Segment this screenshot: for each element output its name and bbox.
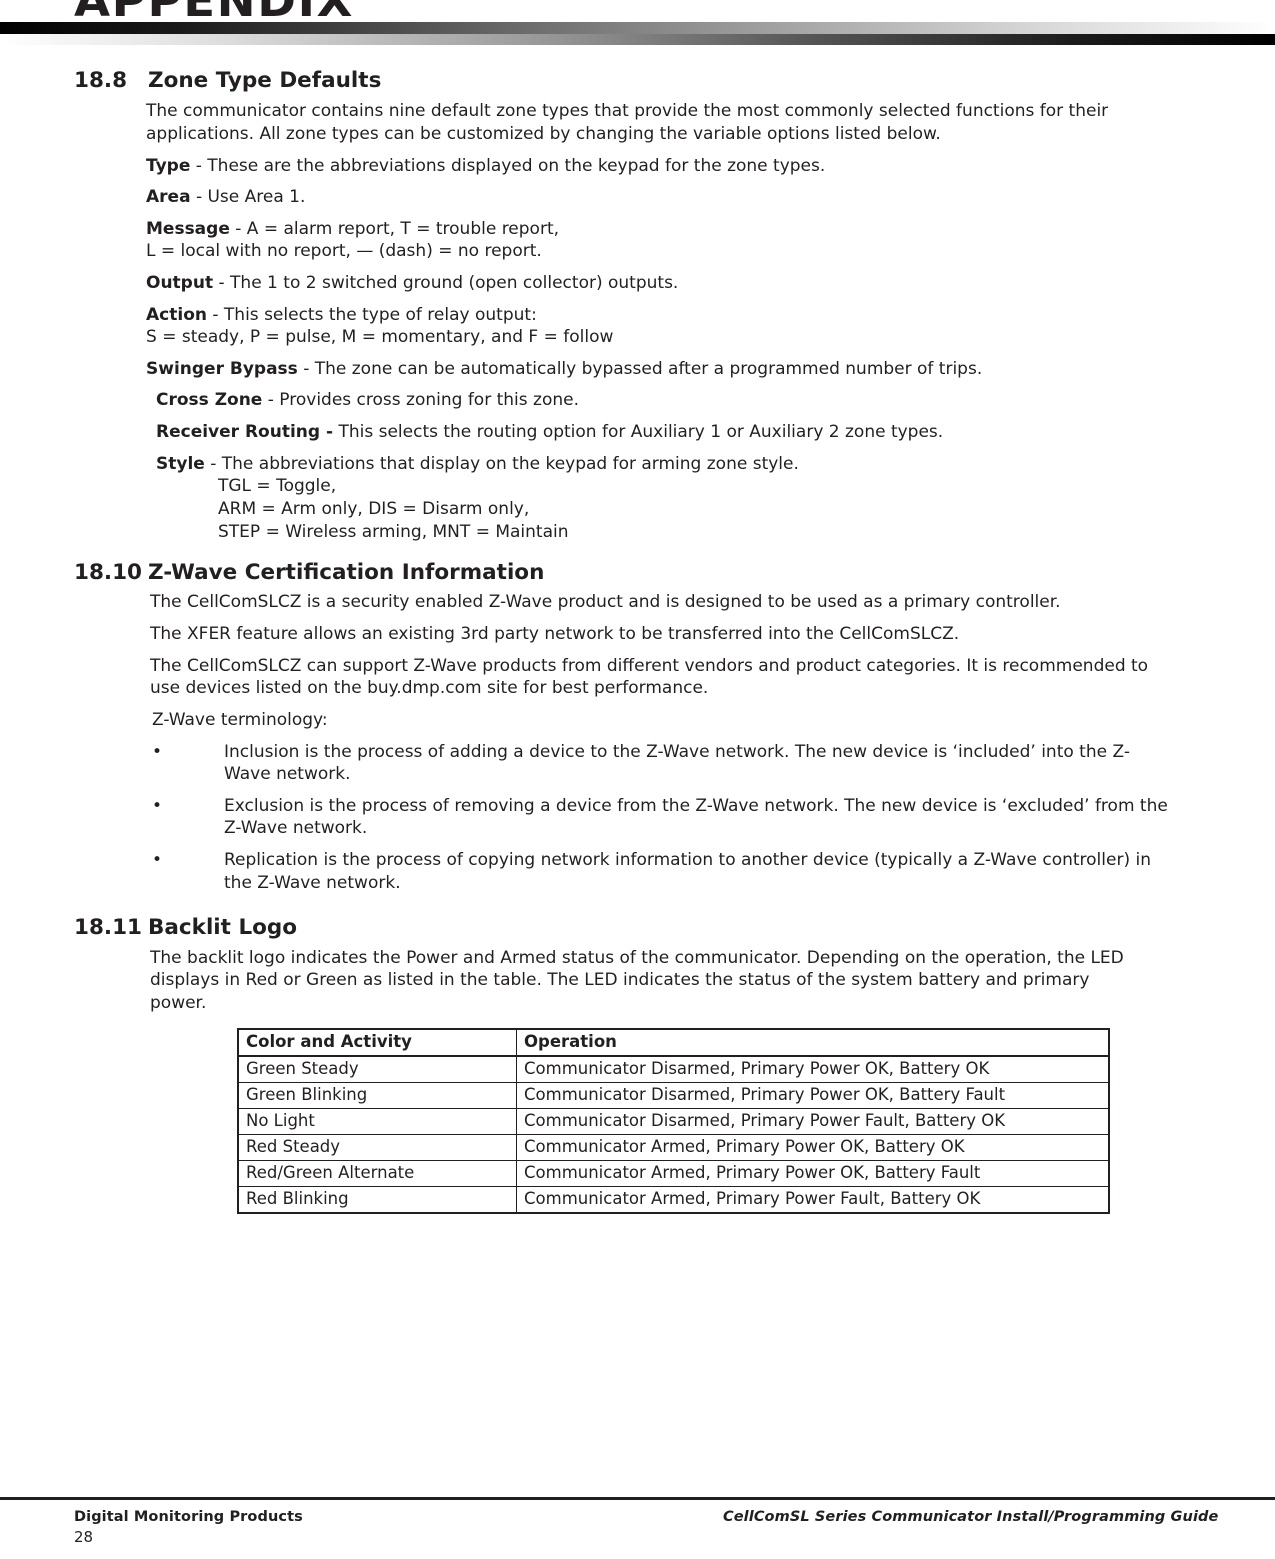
zone-style-line-tgl: TGL = Toggle, (218, 476, 337, 497)
section-zwave-certification: 18.10 Z-Wave Certiﬁcation Information Th… (0, 543, 1275, 894)
zone-param-area-term: Area (146, 187, 191, 208)
backlit-logo-intro-paragraph: The backlit logo indicates the Power and… (150, 947, 1124, 1013)
header-gradient-bar-bottom (0, 34, 1275, 45)
list-item: • Exclusion is the process of removing a… (0, 795, 1275, 840)
footer-page-number: 28 (74, 1528, 94, 1546)
section-number: 18.8 (74, 68, 128, 93)
zone-param-receiver-routing-text: This selects the routing option for Auxi… (333, 422, 944, 443)
cell-operation: Communicator Disarmed, Primary Power OK,… (516, 1082, 1110, 1110)
table-row: Red Steady Communicator Armed, Primary P… (237, 1134, 1110, 1162)
zone-param-action-text: - This selects the type of relay output: (206, 304, 537, 325)
cell-color-activity: Red Steady (237, 1134, 517, 1162)
zone-param-cross-zone-term: Cross Zone (156, 390, 263, 411)
section-title: Zone Type Defaults (148, 68, 382, 93)
table-row: Red Blinking Communicator Armed, Primary… (237, 1186, 1110, 1214)
cell-operation: Communicator Armed, Primary Power OK, Ba… (516, 1134, 1110, 1162)
appendix-title: APPENDIX (74, 0, 355, 27)
zone-style-line-arm: ARM = Arm only, DIS = Disarm only, (218, 498, 530, 519)
section-heading-zone-type-defaults: 18.8 Zone Type Defaults (0, 68, 1275, 93)
table-row: Green Steady Communicator Disarmed, Prim… (237, 1055, 1110, 1084)
zone-param-style-text: - The abbreviations that display on the … (204, 453, 799, 474)
zwave-terminology-bullet-list: • Inclusion is the process of adding a d… (0, 741, 1275, 895)
footer-company-name: Digital Monitoring Products (74, 1509, 303, 1525)
zwave-paragraph-1: The CellComSLCZ is a security enabled Z-… (150, 592, 1061, 613)
zone-param-type: Type - These are the abbreviations displ… (146, 155, 1148, 178)
table-header-row: Color and Activity Operation (237, 1028, 1110, 1058)
zone-param-swinger-bypass-term: Swinger Bypass (146, 358, 298, 379)
zone-param-message-line2: L = local with no report, — (dash) = no … (146, 241, 542, 262)
zone-param-action-term: Action (146, 304, 207, 325)
zone-param-style: Style - The abbreviations that display o… (156, 453, 1156, 476)
zone-param-type-term: Type (146, 155, 191, 176)
cell-operation: Communicator Disarmed, Primary Power OK,… (516, 1055, 1110, 1084)
table-row: Green Blinking Communicator Disarmed, Pr… (237, 1082, 1110, 1110)
header-gradient-bar-top (0, 22, 1275, 34)
table-row: Red/Green Alternate Communicator Armed, … (237, 1160, 1110, 1188)
zwave-paragraph-2: The XFER feature allows an existing 3rd … (150, 624, 960, 645)
zone-style-abbreviation-list: TGL = Toggle, ARM = Arm only, DIS = Disa… (218, 475, 1275, 543)
cell-color-activity: Red Blinking (237, 1186, 517, 1214)
zone-param-area-text: - Use Area 1. (190, 187, 306, 208)
list-item: • Inclusion is the process of adding a d… (0, 741, 1275, 786)
bullet-text-inclusion: Inclusion is the process of adding a dev… (224, 741, 1130, 785)
zone-param-cross-zone: Cross Zone - Provides cross zoning for t… (156, 389, 1156, 412)
section-title: Backlit Logo (148, 915, 298, 941)
zone-param-action-line2: S = steady, P = pulse, M = momentary, an… (146, 327, 614, 348)
zone-param-receiver-routing: Receiver Routing - This selects the rout… (156, 421, 1156, 444)
backlit-logo-status-table: Color and Activity Operation Green Stead… (237, 1028, 1110, 1215)
section-heading-backlit-logo: 18.11 Backlit Logo (0, 915, 1275, 940)
cell-operation: Communicator Armed, Primary Power OK, Ba… (516, 1160, 1110, 1188)
zone-param-style-term: Style (156, 453, 205, 474)
column-header-color-and-activity: Color and Activity (237, 1028, 517, 1058)
section-number: 18.10 (74, 560, 143, 586)
footer-divider (0, 1497, 1275, 1500)
zone-type-intro-paragraph: The communicator contains nine default z… (146, 101, 1109, 144)
bullet-text-exclusion: Exclusion is the process of removing a d… (224, 795, 1168, 839)
cell-operation: Communicator Armed, Primary Power Fault,… (516, 1186, 1110, 1214)
zone-param-receiver-routing-term: Receiver Routing - (156, 422, 334, 443)
footer-guide-title: CellComSL Series Communicator Install/Pr… (723, 1509, 1219, 1525)
zone-param-output-text: - The 1 to 2 switched ground (open colle… (213, 273, 679, 294)
page-header: APPENDIX (0, 0, 1275, 46)
zone-param-swinger-bypass-text: - The zone can be automatically bypassed… (297, 358, 983, 379)
list-item: • Replication is the process of copying … (0, 849, 1275, 894)
bullet-icon: • (152, 849, 163, 870)
zone-param-area: Area - Use Area 1. (146, 186, 1148, 209)
section-zone-type-defaults: 18.8 Zone Type Defaults The communicator… (0, 46, 1275, 543)
zone-param-message-text: - A = alarm report, T = trouble report, (229, 218, 560, 239)
zwave-paragraph-3: The CellComSLCZ can support Z-Wave produ… (150, 655, 1149, 699)
zone-param-message-term: Message (146, 218, 230, 239)
zone-param-action: Action - This selects the type of relay … (146, 304, 1148, 327)
zone-param-message: Message - A = alarm report, T = trouble … (146, 218, 1148, 241)
backlit-logo-table-wrapper: Color and Activity Operation Green Stead… (237, 1028, 1275, 1215)
zone-param-cross-zone-text: - Provides cross zoning for this zone. (262, 390, 579, 411)
section-heading-zwave-certification: 18.10 Z-Wave Certiﬁcation Information (0, 560, 1275, 585)
cell-color-activity: No Light (237, 1108, 517, 1136)
section-backlit-logo: 18.11 Backlit Logo The backlit logo indi… (0, 903, 1275, 1215)
cell-color-activity: Green Blinking (237, 1082, 517, 1110)
column-header-operation: Operation (516, 1028, 1110, 1058)
bullet-icon: • (152, 741, 163, 762)
page-content: 18.8 Zone Type Defaults The communicator… (0, 46, 1275, 1215)
cell-color-activity: Green Steady (237, 1055, 517, 1084)
bullet-icon: • (152, 795, 163, 816)
section-number: 18.11 (74, 915, 143, 941)
section-title: Z-Wave Certiﬁcation Information (148, 560, 545, 586)
zone-param-output-term: Output (146, 273, 214, 294)
zone-param-swinger-bypass: Swinger Bypass - The zone can be automat… (146, 358, 1148, 381)
zwave-terminology-label: Z-Wave terminology: (152, 709, 328, 730)
zone-param-output: Output - The 1 to 2 switched ground (ope… (146, 272, 1148, 295)
zone-param-type-text: - These are the abbreviations displayed … (190, 155, 826, 176)
page-footer: Digital Monitoring Products 28 CellComSL… (0, 1497, 1275, 1559)
table-row: No Light Communicator Disarmed, Primary … (237, 1108, 1110, 1136)
zone-style-line-step: STEP = Wireless arming, MNT = Maintain (218, 521, 569, 542)
cell-operation: Communicator Disarmed, Primary Power Fau… (516, 1108, 1110, 1136)
bullet-text-replication: Replication is the process of copying ne… (224, 849, 1151, 893)
cell-color-activity: Red/Green Alternate (237, 1160, 517, 1188)
